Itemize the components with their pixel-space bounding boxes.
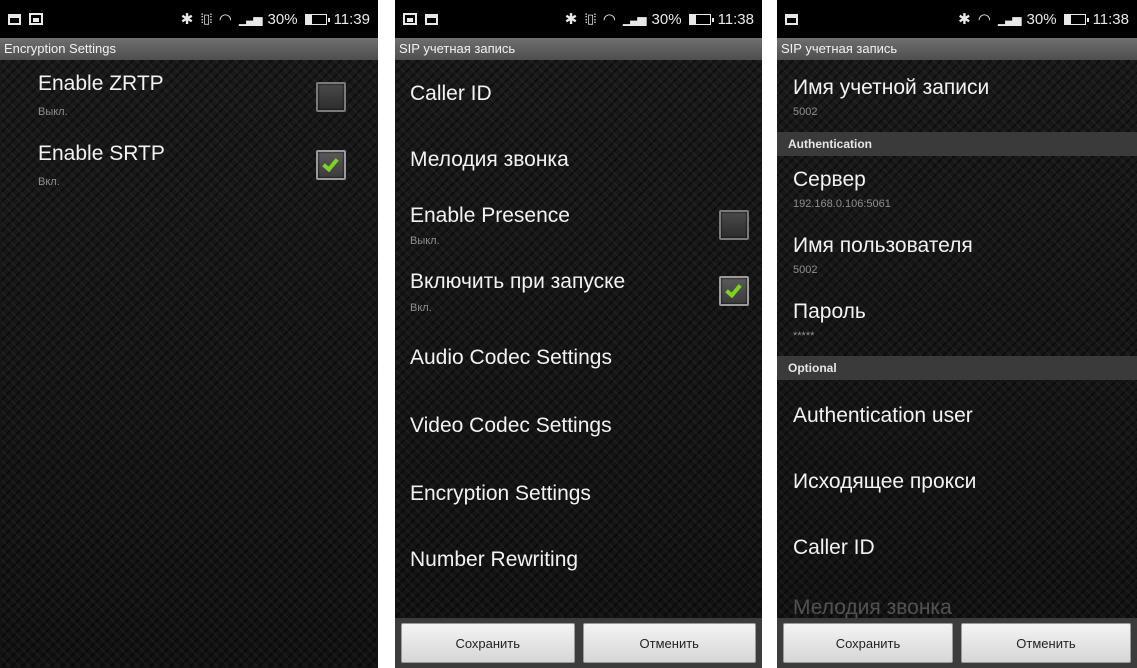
pref-title: Encryption Settings xyxy=(410,482,591,505)
presence-checkbox[interactable] xyxy=(719,210,749,240)
notification-icon xyxy=(8,13,21,25)
notification-icon xyxy=(425,13,438,25)
pref-title: Мелодия звонка xyxy=(410,148,569,171)
bluetooth-icon: ✱ xyxy=(958,11,971,28)
notification-icon xyxy=(785,13,798,25)
pref-summary: 5002 xyxy=(793,264,818,276)
status-bar: ✱ ⁞▯⁞ ◠ ▁▃▅ 30% 11:38 xyxy=(395,0,762,38)
pref-number-rewriting[interactable]: Number Rewriting xyxy=(395,524,762,590)
save-button[interactable]: Сохранить xyxy=(401,623,575,663)
screen-title: SIP учетная запись xyxy=(777,38,1137,60)
pref-title: Сервер xyxy=(793,168,866,191)
sip-account-detail-screen: ✱ ◠ ▁▃▅ 30% 11:38 SIP учетная запись Имя… xyxy=(777,0,1137,668)
wifi-icon: ◠ xyxy=(977,11,991,28)
pref-title: Video Codec Settings xyxy=(410,414,612,437)
screen-title: SIP учетная запись xyxy=(395,38,762,60)
pref-title: Исходящее прокси xyxy=(793,470,977,493)
battery-percent: 30% xyxy=(651,10,682,28)
vibrate-icon: ⁞▯⁞ xyxy=(200,11,212,26)
battery-icon xyxy=(304,13,330,25)
pref-summary: Вкл. xyxy=(38,176,60,188)
pref-video-codec-settings[interactable]: Video Codec Settings xyxy=(395,392,762,458)
status-bar: ✱ ◠ ▁▃▅ 30% 11:38 xyxy=(777,0,1137,38)
pref-account-name[interactable]: Имя учетной записи 5002 xyxy=(777,62,1137,132)
bluetooth-icon: ✱ xyxy=(564,11,578,28)
pref-outbound-proxy[interactable]: Исходящее прокси xyxy=(777,446,1137,512)
pref-title: Number Rewriting xyxy=(410,548,579,571)
srtp-checkbox[interactable] xyxy=(316,150,346,180)
pref-enable-on-startup[interactable]: Включить при запуске Вкл. xyxy=(395,260,762,326)
pref-summary: ***** xyxy=(793,330,815,342)
pref-title: Caller ID xyxy=(793,536,875,559)
signal-icon: ▁▃▅ xyxy=(997,12,1022,26)
pref-title: Пароль xyxy=(793,300,866,323)
signal-icon: ▁▃▅ xyxy=(622,12,647,26)
pref-caller-id[interactable]: Caller ID xyxy=(395,62,762,128)
pref-title: Authentication user xyxy=(793,404,973,427)
button-bar: Сохранить Отменить xyxy=(395,618,762,668)
pref-encryption-settings[interactable]: Encryption Settings xyxy=(395,458,762,524)
battery-icon xyxy=(688,13,714,25)
pref-password[interactable]: Пароль ***** xyxy=(777,288,1137,354)
clock: 11:39 xyxy=(333,10,370,28)
bluetooth-icon: ✱ xyxy=(180,11,194,28)
status-bar: ✱ ⁞▯⁞ ◠ ▁▃▅ 30% 11:39 xyxy=(0,0,378,38)
pref-title: Включить при запуске xyxy=(410,270,626,293)
screen-title: Encryption Settings xyxy=(0,38,378,60)
image-icon xyxy=(29,13,43,25)
clock: 11:38 xyxy=(1092,10,1129,28)
pref-enable-presence[interactable]: Enable Presence Выкл. xyxy=(395,194,762,260)
pref-title: Caller ID xyxy=(410,82,492,105)
pref-title: Enable Presence xyxy=(410,204,570,227)
wifi-icon: ◠ xyxy=(602,11,616,28)
zrtp-checkbox[interactable] xyxy=(316,82,346,112)
save-button[interactable]: Сохранить xyxy=(783,623,953,663)
pref-audio-codec-settings[interactable]: Audio Codec Settings xyxy=(395,326,762,392)
battery-icon xyxy=(1063,13,1089,25)
section-header-authentication: Authentication xyxy=(777,132,1137,156)
pref-summary: Выкл. xyxy=(410,235,440,247)
sip-account-screen: ✱ ⁞▯⁞ ◠ ▁▃▅ 30% 11:38 SIP учетная запись… xyxy=(395,0,762,668)
wifi-icon: ◠ xyxy=(218,11,232,28)
button-bar: Сохранить Отменить xyxy=(777,618,1137,668)
pref-title: Enable SRTP xyxy=(38,142,165,165)
cancel-button[interactable]: Отменить xyxy=(582,623,756,663)
startup-checkbox[interactable] xyxy=(719,276,749,306)
checkmark-icon xyxy=(725,280,742,299)
cancel-button[interactable]: Отменить xyxy=(961,623,1131,663)
image-icon xyxy=(403,13,417,25)
pref-ringtone[interactable]: Мелодия звонка xyxy=(777,578,1137,619)
pref-summary: Выкл. xyxy=(38,106,68,118)
vibrate-icon: ⁞▯⁞ xyxy=(584,11,596,26)
pref-username[interactable]: Имя пользователя 5002 xyxy=(777,222,1137,288)
pref-summary: 5002 xyxy=(793,106,818,118)
pref-summary: Вкл. xyxy=(410,302,432,314)
pref-title: Мелодия звонка xyxy=(793,596,952,619)
clock: 11:38 xyxy=(717,10,754,28)
checkmark-icon xyxy=(322,154,339,173)
battery-percent: 30% xyxy=(267,10,298,28)
pref-enable-srtp[interactable]: Enable SRTP Вкл. xyxy=(0,130,378,200)
pref-title: Enable ZRTP xyxy=(38,72,164,95)
pref-enable-zrtp[interactable]: Enable ZRTP Выкл. xyxy=(0,60,378,130)
section-header-optional: Optional xyxy=(777,356,1137,380)
pref-server[interactable]: Сервер 192.168.0.106:5061 xyxy=(777,156,1137,222)
pref-caller-id[interactable]: Caller ID xyxy=(777,512,1137,578)
pref-authentication-user[interactable]: Authentication user xyxy=(777,380,1137,446)
pref-title: Audio Codec Settings xyxy=(410,346,612,369)
encryption-settings-screen: ✱ ⁞▯⁞ ◠ ▁▃▅ 30% 11:39 Encryption Setting… xyxy=(0,0,378,668)
pref-title: Имя пользователя xyxy=(793,234,973,257)
pref-title: Имя учетной записи xyxy=(793,76,990,99)
signal-icon: ▁▃▅ xyxy=(238,12,263,26)
pref-ringtone[interactable]: Мелодия звонка xyxy=(395,128,762,194)
pref-summary: 192.168.0.106:5061 xyxy=(793,198,891,210)
battery-percent: 30% xyxy=(1026,10,1057,28)
